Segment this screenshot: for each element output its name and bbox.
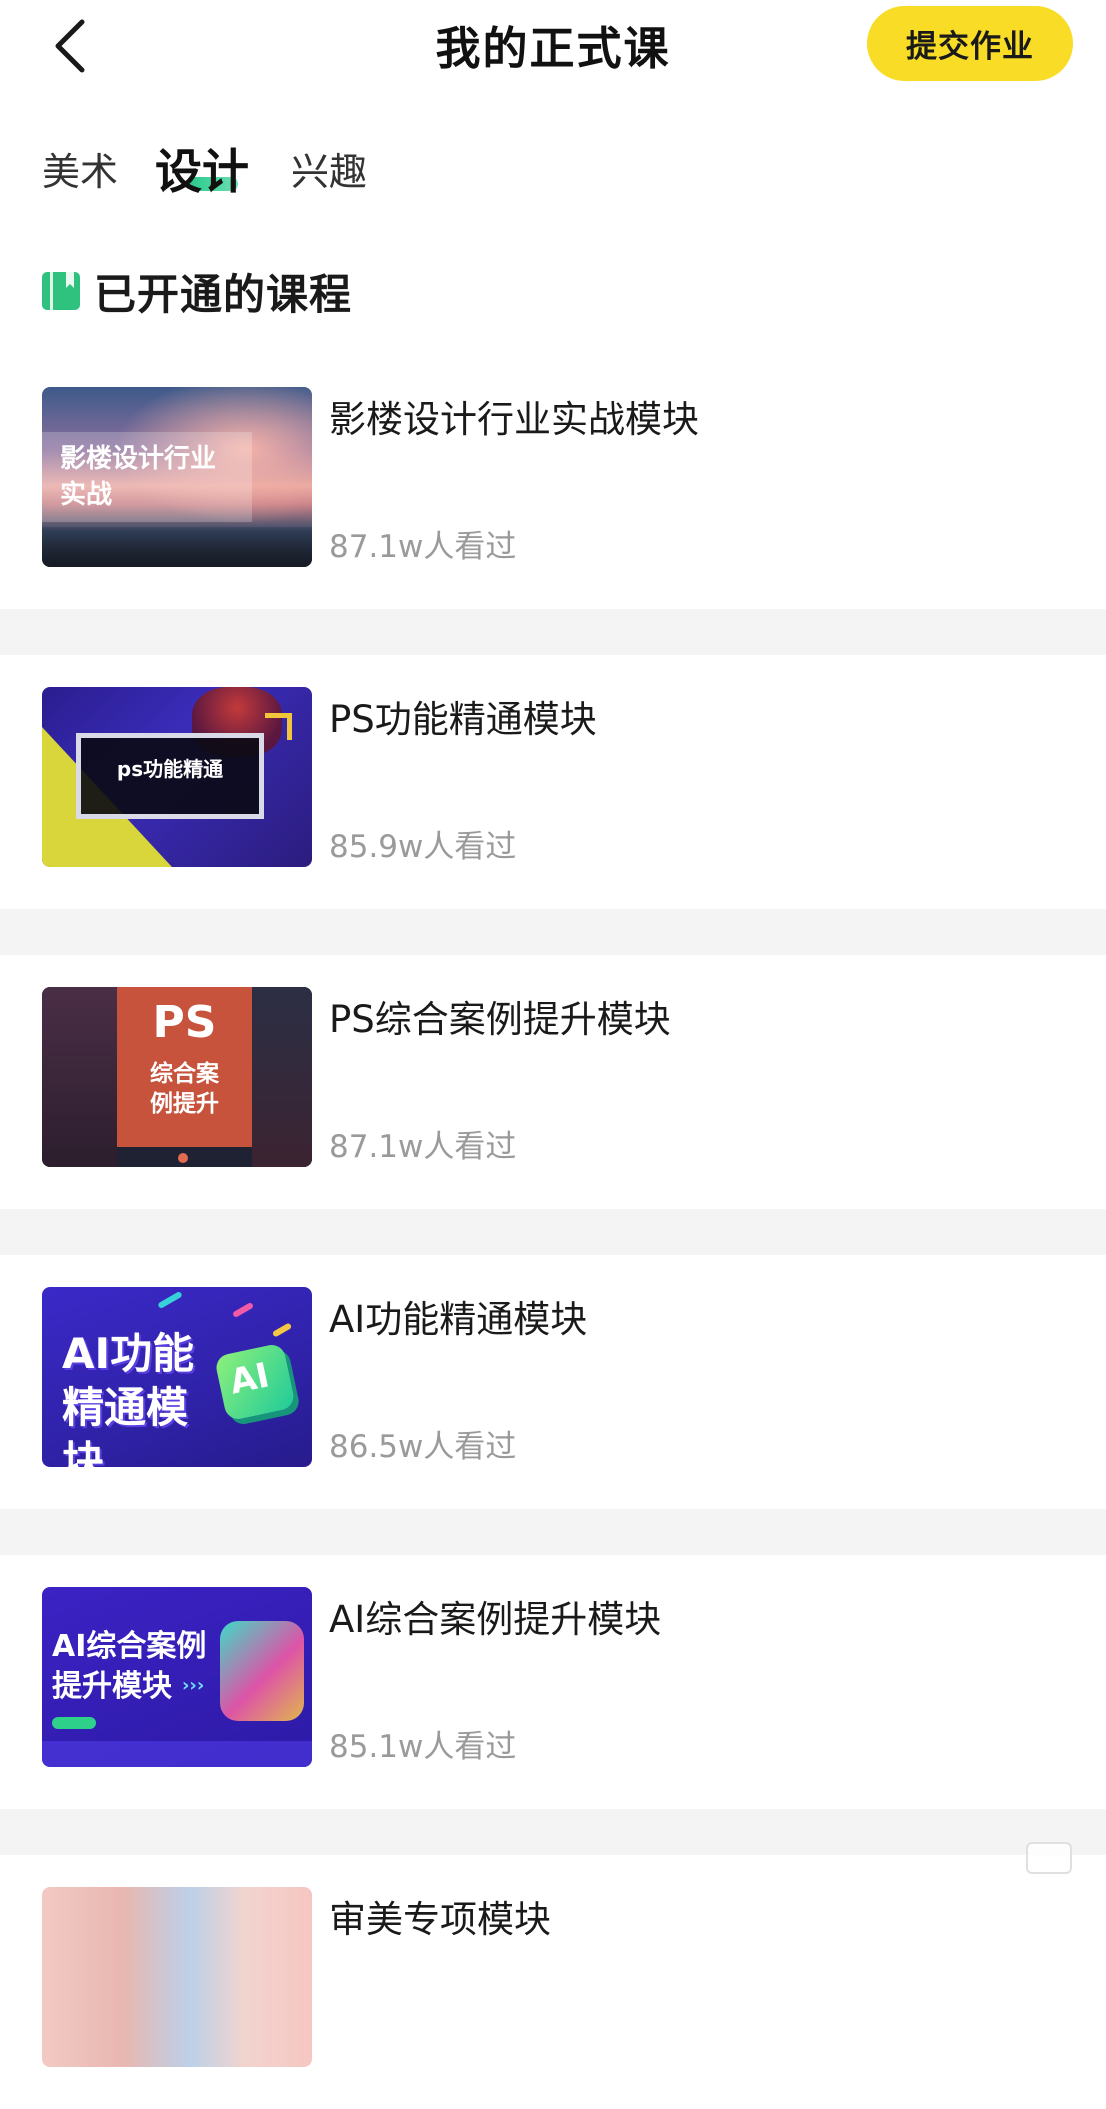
course-views: 85.9w人看过 [329,829,517,865]
list-separator [0,1209,1106,1255]
thumbnail-heading: PS [152,997,217,1048]
course-thumbnail [42,1887,312,2067]
course-title: AI综合案例提升模块 [329,1598,662,1641]
thumbnail-badge: AI [226,1355,273,1403]
course-card[interactable]: AI功能精通模块 AI AI功能精通模块 86.5w人看过 [0,1255,1106,1509]
course-title: PS综合案例提升模块 [329,998,671,1041]
thumbnail-caption: 综合案例提升 [150,1061,219,1117]
course-card[interactable]: PS 综合案例提升 PS综合案例提升模块 87.1w人看过 [0,955,1106,1209]
top-bar: 我的正式课 提交作业 [0,0,1106,100]
list-separator [0,909,1106,955]
course-thumbnail: 影楼设计行业实战 [42,387,312,567]
course-title: 影楼设计行业实战模块 [329,398,699,441]
tab-art[interactable]: 美术 [42,141,118,196]
course-title: AI功能精通模块 [329,1298,588,1341]
thumbnail-caption: 影楼设计行业实战 [60,444,217,510]
course-thumbnail: ps功能精通 [42,687,312,867]
section-title: 已开通的课程 [94,269,353,319]
submit-homework-button[interactable]: 提交作业 [867,6,1073,81]
tab-design-label: 设计 [155,145,249,200]
course-thumbnail: AI功能精通模块 AI [42,1287,312,1467]
book-icon [42,272,80,310]
course-thumbnail: AI综合案例提升模块 ››› [42,1587,312,1767]
list-separator [0,1509,1106,1555]
course-card[interactable]: AI综合案例提升模块 ››› AI综合案例提升模块 85.1w人看过 [0,1555,1106,1809]
course-views: 85.1w人看过 [329,1729,517,1765]
course-title: PS功能精通模块 [329,698,597,741]
list-separator [0,609,1106,655]
course-card[interactable]: ps功能精通 PS功能精通模块 85.9w人看过 [0,655,1106,909]
section-heading: 已开通的课程 [42,265,352,319]
thumbnail-caption: ps功能精通 [116,757,224,781]
course-list: 影楼设计行业实战 影楼设计行业实战模块 87.1w人看过 ps功能精通 PS功能… [0,355,1106,2109]
course-views: 87.1w人看过 [329,529,517,565]
watermark-badge [1026,1842,1072,1874]
course-card[interactable]: 审美专项模块 [0,1855,1106,2109]
course-thumbnail: PS 综合案例提升 [42,987,312,1167]
course-views: 86.5w人看过 [329,1429,517,1465]
course-card[interactable]: 影楼设计行业实战 影楼设计行业实战模块 87.1w人看过 [0,355,1106,609]
thumbnail-caption: AI功能精通模块 [62,1329,195,1467]
tab-design[interactable]: 设计 [155,133,249,202]
course-title: 审美专项模块 [329,1898,551,1941]
course-views: 87.1w人看过 [329,1129,517,1165]
list-separator [0,1809,1106,1855]
tab-interest[interactable]: 兴趣 [291,141,367,196]
